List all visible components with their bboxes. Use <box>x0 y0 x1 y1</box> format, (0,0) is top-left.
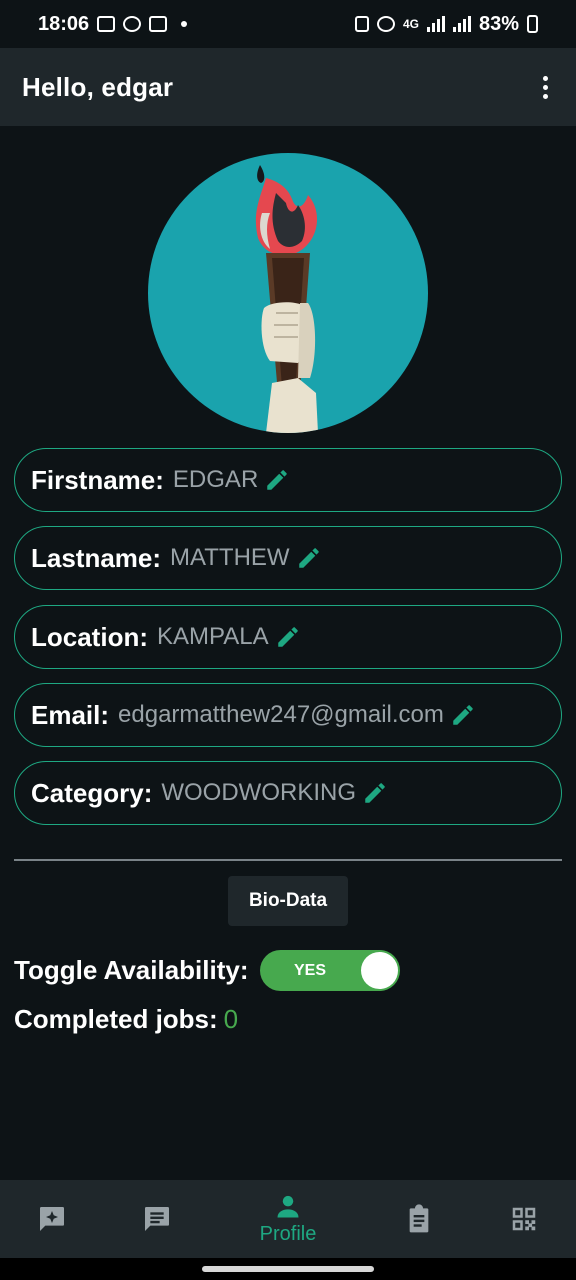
nav-ai-chat[interactable] <box>24 1180 80 1258</box>
email-field: Email: edgarmatthew247@gmail.com <box>14 683 562 747</box>
chat-icon <box>145 1207 169 1231</box>
more-notifications-icon <box>181 21 188 27</box>
clipboard-icon <box>409 1204 429 1233</box>
battery-level: 83% <box>478 12 519 35</box>
divider <box>14 859 562 861</box>
location-field: Location: KAMPALA <box>14 605 562 669</box>
availability-toggle-label: YES <box>294 962 327 979</box>
firstname-field: Firstname: EDGAR <box>14 448 562 512</box>
email-value: edgarmatthew247@gmail.com <box>118 701 444 728</box>
app-notification-icon <box>123 16 142 32</box>
profile-avatar[interactable] <box>148 153 428 433</box>
gesture-bar <box>0 1258 576 1280</box>
edit-firstname-pencil-icon[interactable] <box>263 466 291 494</box>
bio-data-button[interactable]: Bio-Data <box>228 876 348 926</box>
person-icon <box>277 1195 299 1217</box>
qr-code-icon <box>512 1207 536 1231</box>
edit-email-pencil-icon[interactable] <box>449 701 477 729</box>
signal-icon <box>426 16 445 32</box>
status-time: 18:06 <box>38 12 90 35</box>
more-vert-icon[interactable] <box>537 68 554 107</box>
nav-qr[interactable] <box>496 1180 552 1258</box>
lastname-field: Lastname: MATTHEW <box>14 526 562 590</box>
lastname-value: MATTHEW <box>170 544 290 571</box>
sparkle-chat-icon <box>40 1207 64 1231</box>
location-value: KAMPALA <box>157 623 269 650</box>
completed-jobs-label: Completed jobs: <box>14 1004 218 1034</box>
completed-jobs-count: 0 <box>223 1004 239 1034</box>
news-notification-icon <box>149 16 168 32</box>
availability-label: Toggle Availability: <box>14 954 249 985</box>
nav-tasks[interactable] <box>391 1180 447 1258</box>
edit-category-pencil-icon[interactable] <box>361 779 389 807</box>
bottom-navigation: Profile <box>0 1180 576 1258</box>
edit-lastname-pencil-icon[interactable] <box>295 544 323 572</box>
alarm-icon <box>376 16 395 32</box>
location-label: Location: <box>31 621 148 652</box>
nav-messages[interactable] <box>129 1180 185 1258</box>
home-indicator[interactable] <box>202 1266 374 1272</box>
category-value: WOODWORKING <box>161 779 357 806</box>
page-title: Hello, edgar <box>22 71 174 102</box>
completed-jobs: Completed jobs: 0 <box>14 1004 238 1035</box>
nav-profile[interactable]: Profile <box>238 1180 338 1258</box>
app-bar: Hello, edgar <box>0 48 576 126</box>
nav-profile-label: Profile <box>259 1222 317 1245</box>
network-type: 4G <box>402 17 419 31</box>
torch-image <box>255 165 318 433</box>
toggle-knob <box>361 952 398 989</box>
lastname-label: Lastname: <box>31 542 162 573</box>
edit-location-pencil-icon[interactable] <box>274 623 302 651</box>
signal-icon <box>452 16 471 32</box>
email-label: Email: <box>31 699 110 730</box>
availability-toggle[interactable]: YES <box>260 950 400 991</box>
battery-icon <box>527 15 538 33</box>
firstname-label: Firstname: <box>31 464 164 495</box>
category-field: Category: WOODWORKING <box>14 761 562 825</box>
sync-icon <box>354 16 369 32</box>
gallery-notification-icon <box>97 16 116 32</box>
firstname-value: EDGAR <box>172 466 259 493</box>
status-bar: 18:06 4G 83% <box>0 0 576 48</box>
category-label: Category: <box>31 777 153 808</box>
